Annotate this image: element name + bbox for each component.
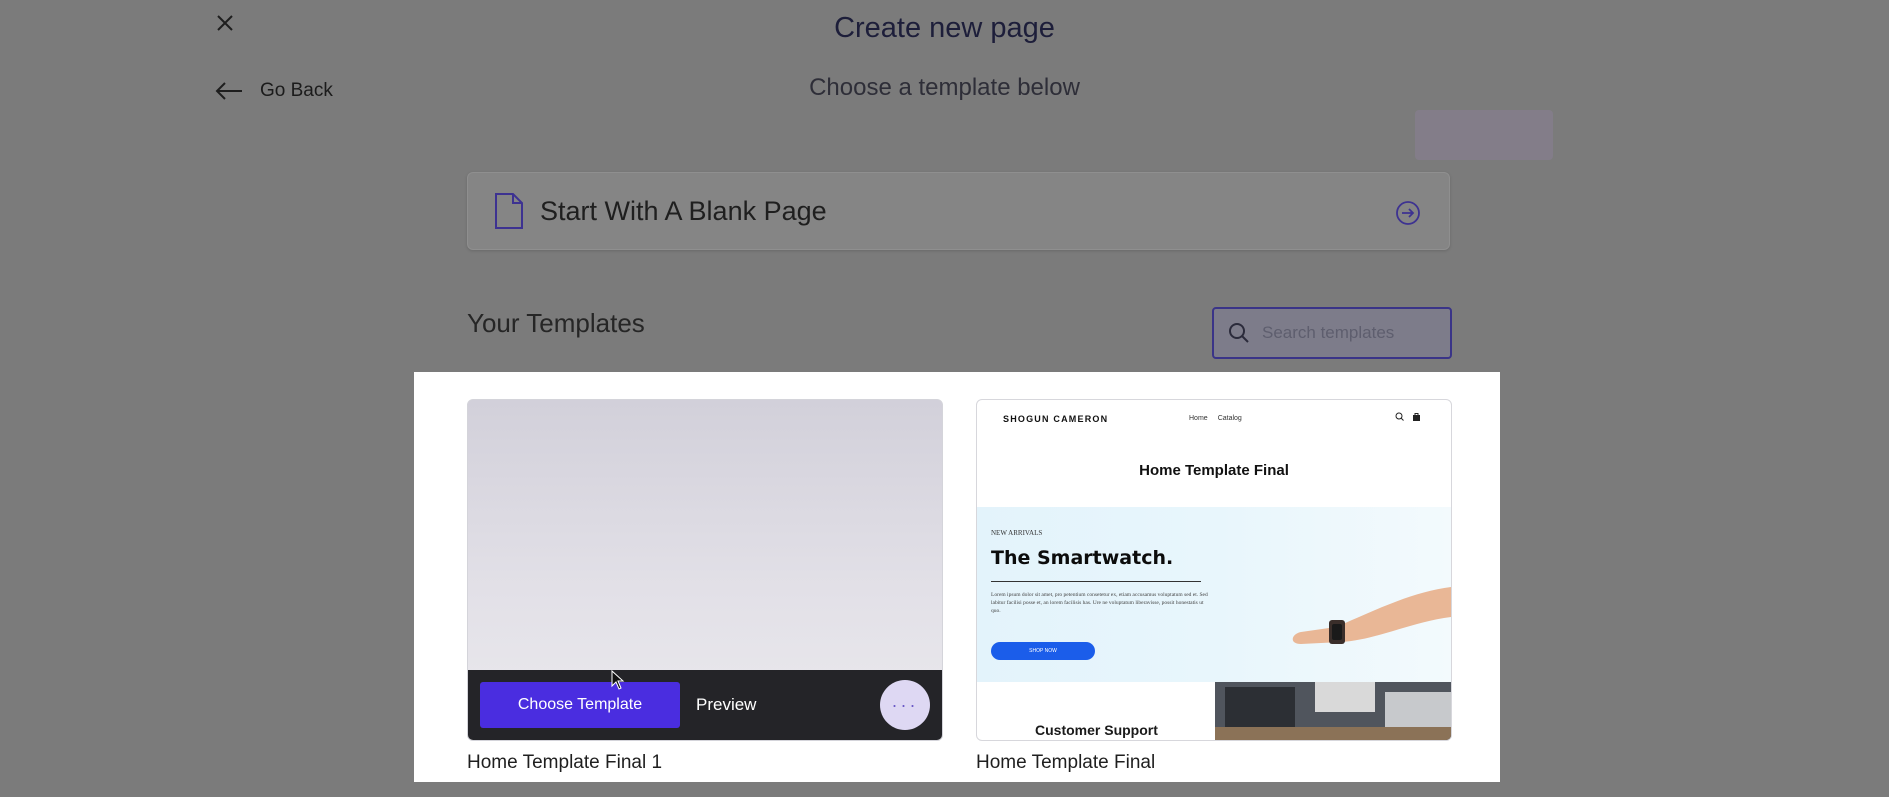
preview-nav-link: Home bbox=[1189, 415, 1208, 422]
arrow-right-circle-icon bbox=[1396, 201, 1420, 225]
more-icon: ··· bbox=[891, 694, 919, 715]
template-name-2: Home Template Final bbox=[976, 752, 1156, 773]
preview-search-icon bbox=[1395, 412, 1404, 421]
document-icon bbox=[495, 193, 523, 229]
preview-kicker: NEW ARRIVALS bbox=[991, 529, 1043, 537]
choose-template-button[interactable]: Choose Template bbox=[480, 682, 680, 728]
blank-page-option[interactable]: Start With A Blank Page bbox=[467, 172, 1450, 250]
your-templates-heading: Your Templates bbox=[467, 308, 645, 338]
preview-heading: Home Template Final bbox=[1139, 462, 1289, 479]
search-icon bbox=[1229, 323, 1249, 343]
template-card-1[interactable]: Choose Template Preview ··· bbox=[467, 399, 943, 741]
preview-brand: SHOGUN CAMERON bbox=[1003, 414, 1109, 424]
preview-cta-button: SHOP NOW bbox=[991, 642, 1095, 660]
preview-hero: NEW ARRIVALS The Smartwatch. Lorem ipsum… bbox=[977, 507, 1451, 682]
search-input[interactable] bbox=[1260, 322, 1444, 344]
preview-support-heading: Customer Support bbox=[1035, 722, 1158, 738]
preview-nav-link: Catalog bbox=[1217, 415, 1242, 422]
cursor-icon bbox=[611, 670, 625, 690]
blank-page-label: Start With A Blank Page bbox=[540, 195, 827, 226]
preview-button[interactable]: Preview bbox=[690, 682, 762, 728]
template-card-2[interactable]: SHOGUN CAMERON Home Catalog Home Templat… bbox=[976, 399, 1452, 741]
page-title: Create new page bbox=[834, 12, 1055, 44]
dimmed-header-button bbox=[1415, 110, 1553, 160]
preview-navbar: SHOGUN CAMERON Home Catalog bbox=[977, 400, 1451, 442]
preview-body-copy: Lorem ipsum dolor sit amet, pro petentiu… bbox=[991, 592, 1208, 614]
preview-divider bbox=[991, 581, 1201, 582]
preview-photo bbox=[1215, 682, 1451, 740]
search-templates-field[interactable] bbox=[1212, 307, 1452, 359]
page-subtitle: Choose a template below bbox=[809, 74, 1080, 101]
preview-product-title: The Smartwatch. bbox=[991, 547, 1174, 569]
template-actions-bar: Choose Template Preview ··· bbox=[468, 670, 942, 740]
preview-hero-image bbox=[1292, 587, 1451, 644]
template-name-1: Home Template Final 1 bbox=[467, 752, 663, 773]
more-options-button[interactable]: ··· bbox=[880, 680, 930, 730]
preview-bag-icon bbox=[1413, 413, 1420, 421]
preview-laptop-image bbox=[1215, 682, 1451, 740]
preview-nav-links: Home Catalog bbox=[1189, 415, 1242, 422]
